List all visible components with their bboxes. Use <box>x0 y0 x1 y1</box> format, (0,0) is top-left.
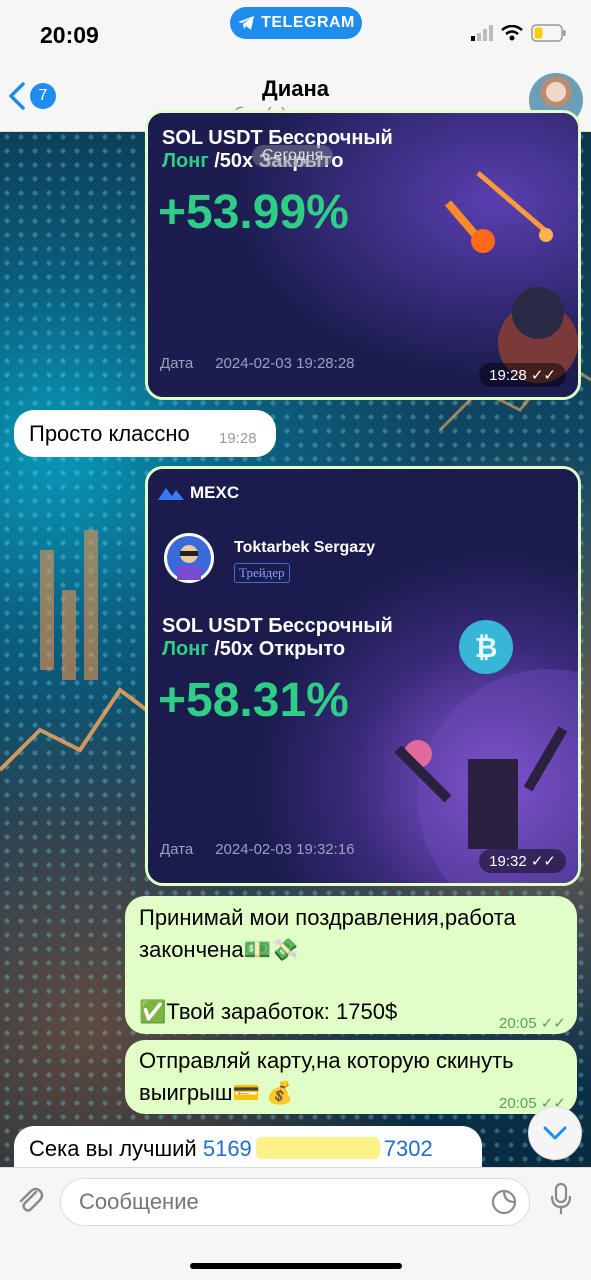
telegram-icon <box>238 16 255 30</box>
read-checkmarks-icon: ✓✓ <box>530 367 556 384</box>
trader-avatar <box>164 533 214 583</box>
cellular-signal-icon <box>471 25 493 41</box>
card-number-end: 7302 <box>383 1136 433 1161</box>
return-to-app-pill[interactable]: TELEGRAM <box>230 7 362 39</box>
image-message-card-1[interactable]: SOL USDT Бессрочный Лонг /50х Закрыто Се… <box>145 110 581 400</box>
message-text: Сека вы лучший 5169 7302 <box>29 1136 433 1161</box>
outgoing-message-1[interactable]: Принимай мои поздравления,работа законче… <box>125 896 577 1034</box>
wifi-icon <box>501 25 523 41</box>
trader-avatar-icon <box>167 536 211 580</box>
microphone-icon[interactable] <box>550 1182 572 1216</box>
card1-date: Дата 2024-02-03 19:28:28 <box>160 355 355 372</box>
card2-profit-percent: +58.31% <box>158 674 349 727</box>
trader-name: Toktarbek Sergazy <box>234 539 376 556</box>
read-checkmarks-icon: ✓✓ <box>530 853 556 870</box>
message-text: Просто классно <box>29 421 190 446</box>
message-text-line: выигрыш💳 💰 <box>139 1080 294 1105</box>
home-indicator[interactable] <box>190 1263 402 1269</box>
app-pill-label: TELEGRAM <box>261 14 355 31</box>
sticker-icon[interactable] <box>490 1188 518 1216</box>
chevron-down-icon <box>543 1126 567 1140</box>
message-input[interactable] <box>60 1178 530 1226</box>
message-text-line: ✅Твой заработок: 1750$ <box>139 999 398 1024</box>
card1-profit-percent: +53.99% <box>158 186 349 239</box>
mexc-logo-icon <box>158 488 184 500</box>
card2-time: 19:32 ✓✓ <box>479 849 566 873</box>
chat-title[interactable]: Диана <box>0 76 591 102</box>
card2-title: SOL USDT Бессрочный Лонг /50x Открыто <box>162 615 393 660</box>
message-text-line: закончена💵💸 <box>139 937 299 962</box>
message-time: 19:28 <box>219 430 257 447</box>
trader-badge: Трейдер <box>234 563 290 583</box>
mexc-logo: MEXC <box>158 483 239 503</box>
attach-paperclip-icon[interactable] <box>16 1184 44 1214</box>
message-text-line: Отправляй карту,на которую скинуть <box>139 1048 514 1073</box>
card2-date: Дата 2024-02-03 19:32:16 <box>160 841 355 858</box>
svg-text:₿: ₿ <box>475 632 498 663</box>
image-message-card-2[interactable]: ₿ MEXC Toktarbek Sergazy Трейдер SOL USD… <box>145 466 581 886</box>
status-bar: 20:09 TELEGRAM <box>0 0 591 58</box>
outgoing-message-2[interactable]: Отправляй карту,на которую скинуть выигр… <box>125 1040 577 1114</box>
message-time: 20:05 ✓✓ <box>499 1015 566 1032</box>
message-text-line: Принимай мои поздравления,работа <box>139 905 516 930</box>
date-overlay-pill: Сегодня <box>252 145 334 167</box>
status-time: 20:09 <box>40 22 99 48</box>
card1-time: 19:28 ✓✓ <box>479 363 566 387</box>
scroll-to-bottom-button[interactable] <box>528 1106 582 1160</box>
read-checkmarks-icon: ✓✓ <box>540 1015 566 1032</box>
card-number-start: 5169 <box>202 1136 252 1161</box>
incoming-message-1[interactable]: Просто классно 19:28 <box>14 410 276 457</box>
battery-icon <box>531 24 566 42</box>
redaction-highlight <box>255 1137 380 1159</box>
